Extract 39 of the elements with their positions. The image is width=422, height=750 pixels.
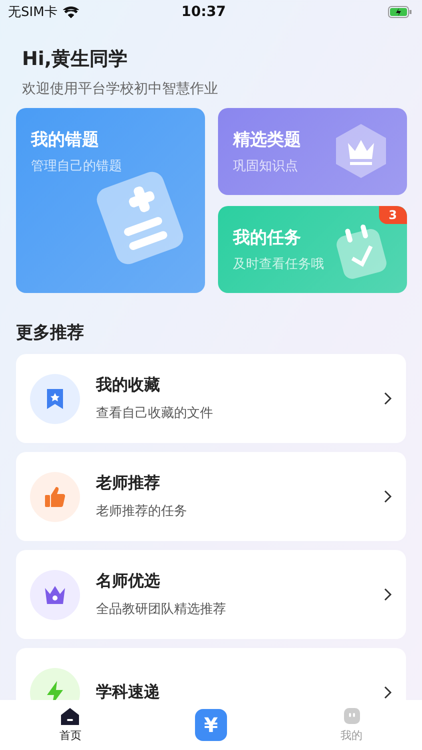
tab-label: 我的 bbox=[340, 728, 363, 743]
recommendation-card[interactable]: 我的收藏 查看自己收藏的文件 bbox=[16, 354, 406, 443]
recommendation-card[interactable]: 老师推荐 老师推荐的任务 bbox=[16, 452, 406, 541]
item-title: 学科速递 bbox=[96, 682, 161, 700]
tab-item[interactable]: 首页 bbox=[0, 700, 141, 750]
chevron-right-icon bbox=[384, 686, 392, 699]
greeting-title: Hi,黄生同学 bbox=[22, 47, 129, 72]
chevron-right-icon bbox=[384, 490, 392, 503]
face-icon bbox=[342, 707, 361, 725]
battery-icon bbox=[388, 6, 412, 18]
recommendation-card[interactable]: 名师优选 全品教研团队精选推荐 bbox=[16, 550, 406, 639]
item-title: 老师推荐 bbox=[96, 473, 161, 494]
chevron-right-icon bbox=[384, 392, 392, 405]
card-subtitle: 及时查看任务哦 bbox=[233, 256, 324, 273]
thumbs-up-icon bbox=[43, 484, 67, 508]
item-subtitle: 全品教研团队精选推荐 bbox=[96, 601, 227, 618]
carrier-label: 无SIM卡 bbox=[8, 4, 58, 21]
card-subtitle: 管理自己的错题 bbox=[31, 158, 122, 175]
lightning-icon bbox=[45, 680, 65, 700]
feature-card[interactable]: 我的任务 及时查看任务哦 3 bbox=[218, 206, 407, 293]
crown-icon bbox=[43, 584, 67, 606]
section-title: 更多推荐 bbox=[15, 322, 85, 345]
chevron-right-icon bbox=[384, 588, 392, 601]
item-subtitle: 老师推荐的任务 bbox=[96, 503, 188, 520]
status-time: 10:37 bbox=[180, 4, 227, 20]
card-title: 我的任务 bbox=[233, 227, 301, 249]
count-badge: 3 bbox=[378, 206, 407, 224]
card-title: 精选类题 bbox=[233, 129, 301, 151]
item-title: 名师优选 bbox=[96, 571, 161, 592]
tab-label: 首页 bbox=[59, 728, 82, 743]
item-title: 我的收藏 bbox=[96, 375, 161, 396]
greeting-subtitle: 欢迎使用平台学校初中智慧作业 bbox=[22, 80, 219, 98]
wifi-icon bbox=[63, 6, 80, 18]
recommendation-card[interactable]: 学科速递 bbox=[16, 648, 406, 700]
home-icon bbox=[60, 707, 80, 725]
item-subtitle: 查看自己收藏的文件 bbox=[96, 405, 214, 422]
card-subtitle: 巩固知识点 bbox=[233, 158, 298, 175]
bookmark-icon bbox=[45, 386, 65, 410]
card-title: 我的错题 bbox=[31, 129, 99, 151]
